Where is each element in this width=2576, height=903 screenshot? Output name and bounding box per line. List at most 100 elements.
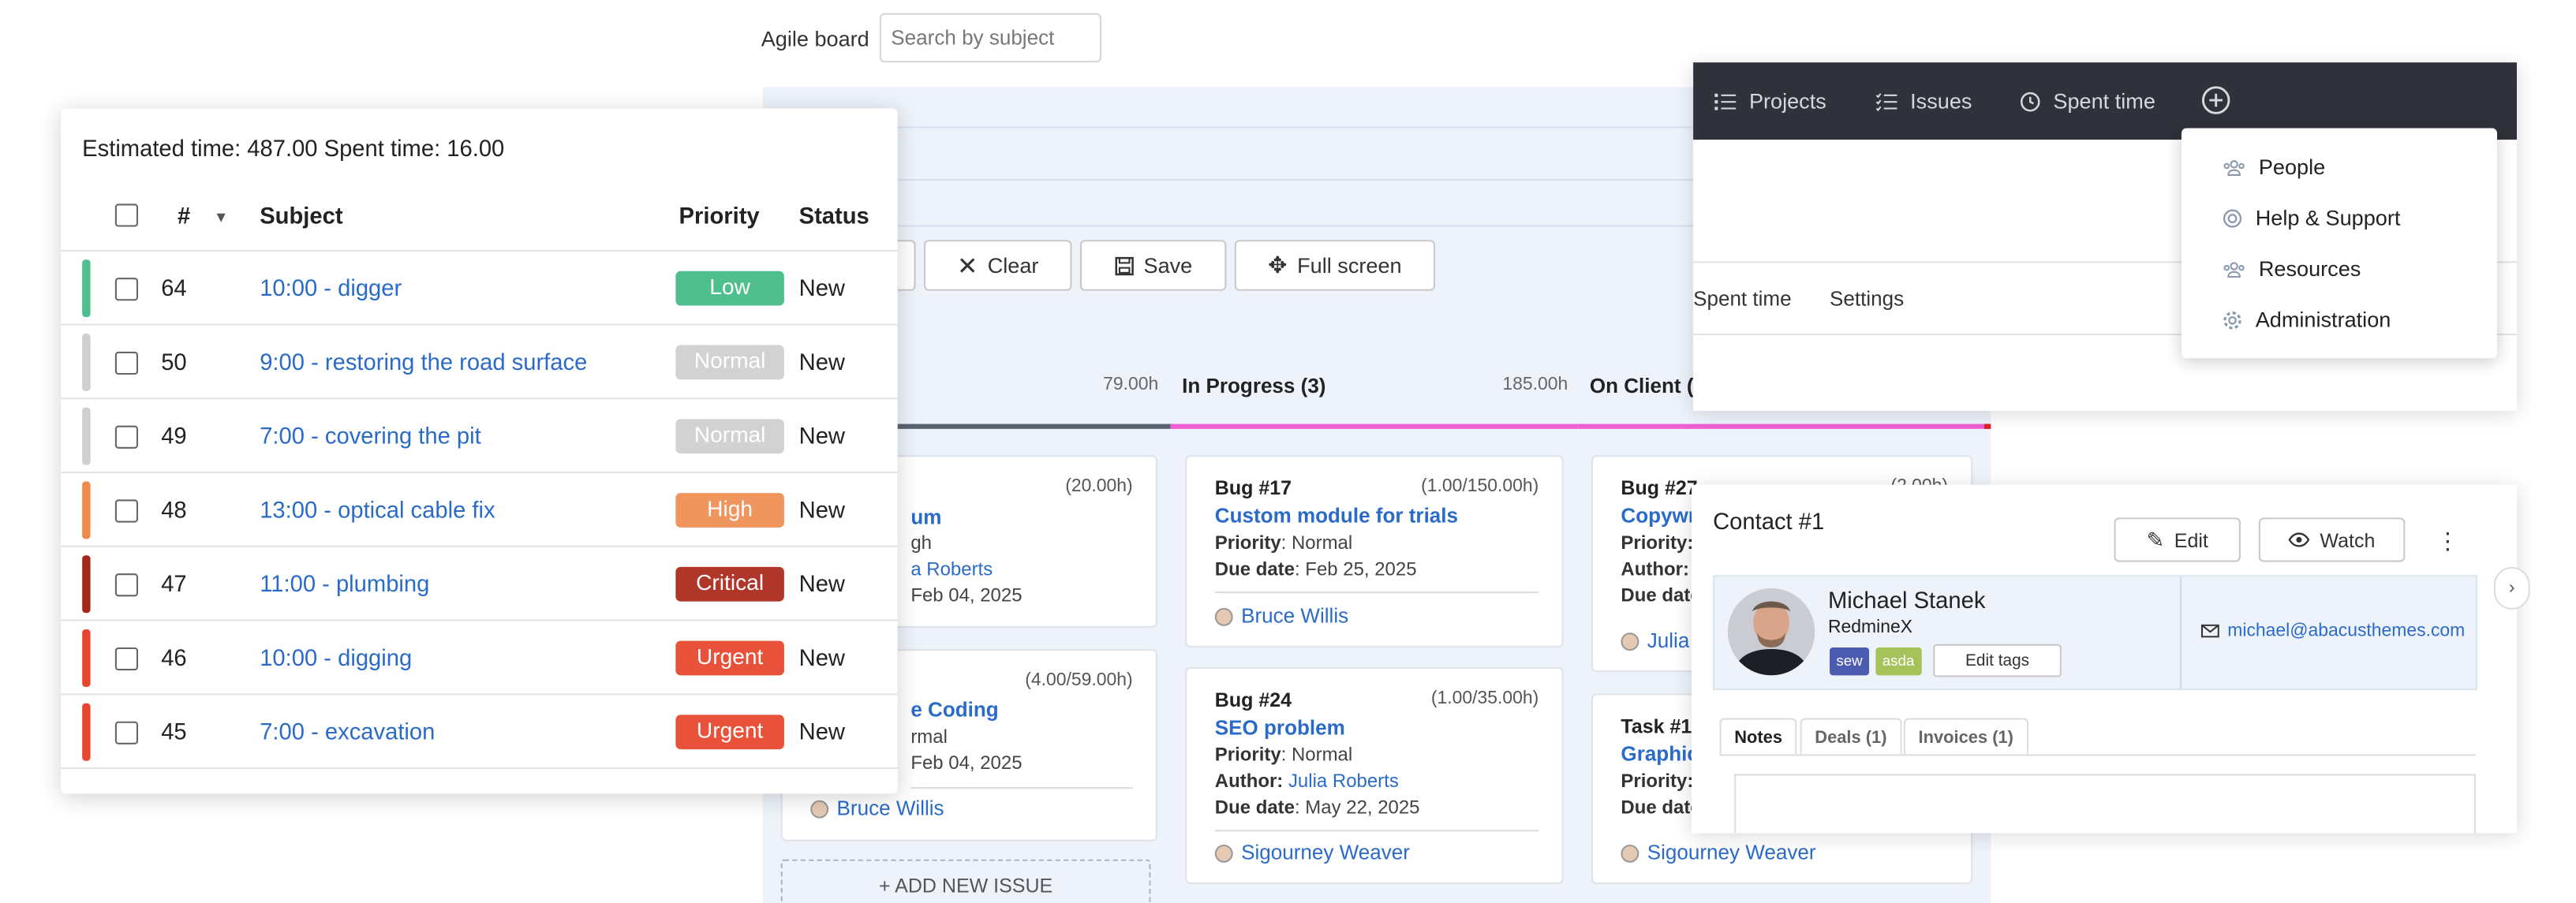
- clear-button[interactable]: ✕ Clear: [923, 240, 1072, 291]
- card-hours: (20.00h): [1065, 476, 1133, 497]
- chevron-right-icon[interactable]: ›: [2493, 566, 2530, 610]
- card-assignee[interactable]: Bruce Willis: [1214, 605, 1348, 628]
- issue-number: 64: [161, 274, 187, 301]
- assignee-name[interactable]: Bruce Willis: [837, 797, 944, 820]
- tab-invoices[interactable]: Invoices (1): [1903, 718, 2028, 755]
- assignee-name[interactable]: Bruce Willis: [1241, 605, 1348, 628]
- card-title[interactable]: um: [910, 506, 941, 529]
- menu-item-administration[interactable]: Administration: [2223, 308, 2391, 332]
- column-header-in-progress[interactable]: In Progress (3): [1182, 375, 1325, 397]
- assignee-name[interactable]: Sigourney Weaver: [1241, 841, 1410, 864]
- issue-subject-link[interactable]: 13:00 - optical cable fix: [260, 496, 495, 522]
- card-title[interactable]: SEO problem: [1215, 716, 1345, 739]
- menu-item-label: Resources: [2258, 256, 2361, 282]
- card-assignee[interactable]: Sigourney Weaver: [1214, 841, 1410, 864]
- add-issue-button[interactable]: + ADD NEW ISSUE: [780, 859, 1151, 903]
- select-all-checkbox[interactable]: [114, 203, 139, 227]
- table-row[interactable]: 48 13:00 - optical cable fix High New: [61, 471, 898, 546]
- contact-company: RedmineX: [1827, 618, 1912, 638]
- pencil-icon: ✎: [2146, 526, 2165, 552]
- avatar: [1214, 606, 1233, 625]
- table-row[interactable]: 49 7:00 - covering the pit Normal New: [61, 397, 898, 472]
- search-input[interactable]: Search by subject: [879, 13, 1102, 63]
- people-icon: [2223, 261, 2245, 278]
- table-row[interactable]: 50 9:00 - restoring the road surface Norma…: [61, 323, 898, 397]
- tag-badge[interactable]: sew: [1830, 647, 1870, 676]
- assignee-name[interactable]: Sigourney Weaver: [1647, 841, 1816, 864]
- header-number[interactable]: #: [178, 202, 190, 228]
- card-assignee[interactable]: Sigourney Weaver: [1621, 841, 1816, 864]
- email-link[interactable]: michael@abacusthemes.com: [2227, 621, 2465, 641]
- issue-subject-link[interactable]: 9:00 - restoring the road surface: [260, 349, 587, 375]
- author-link[interactable]: Julia Roberts: [1288, 772, 1399, 792]
- card-hours: (1.00/150.00h): [1421, 476, 1539, 497]
- table-row[interactable]: 45 7:00 - excavation Urgent New: [61, 693, 898, 767]
- issue-subject-link[interactable]: 10:00 - digging: [260, 644, 412, 670]
- card-id: Bug #24: [1214, 688, 1292, 712]
- checklist-icon: [1875, 92, 1897, 111]
- header-status[interactable]: Status: [799, 202, 869, 228]
- contact-email[interactable]: michael@abacusthemes.com: [2200, 621, 2465, 641]
- card-title[interactable]: e Coding: [910, 699, 998, 722]
- subnav-spent-time[interactable]: Spent time: [1693, 288, 1792, 311]
- nav-projects[interactable]: Projects: [1714, 89, 1826, 114]
- card-title[interactable]: Graphic: [1621, 743, 1698, 766]
- header-subject[interactable]: Subject: [260, 202, 342, 228]
- header-priority[interactable]: Priority: [679, 202, 760, 228]
- row-checkbox[interactable]: [114, 351, 139, 375]
- card-due: Due date: [1621, 798, 1701, 819]
- table-row[interactable]: 47 11:00 - plumbing Critical New: [61, 545, 898, 620]
- save-button[interactable]: Save: [1079, 240, 1227, 291]
- row-checkbox[interactable]: [114, 278, 139, 301]
- add-menu-dropdown: People Help & Support Resources Administ…: [2181, 128, 2497, 359]
- row-checkbox[interactable]: [114, 721, 139, 744]
- card-title[interactable]: Copywr: [1621, 505, 1696, 528]
- card-due: Feb 04, 2025: [910, 586, 1023, 606]
- column-header-on-client[interactable]: On Client (2: [1590, 375, 1705, 397]
- issue-card[interactable]: Bug #24 (1.00/35.00h) SEO problem Priori…: [1185, 666, 1564, 884]
- menu-item-resources[interactable]: Resources: [2223, 256, 2361, 281]
- card-priority: Priority: Normal: [1214, 534, 1353, 554]
- issue-subject-link[interactable]: 7:00 - covering the pit: [260, 422, 481, 448]
- fullscreen-button[interactable]: ✥ Full screen: [1234, 240, 1435, 291]
- assignee-name[interactable]: Julia: [1647, 629, 1690, 652]
- row-checkbox[interactable]: [114, 425, 139, 449]
- watch-button[interactable]: Watch: [2258, 517, 2406, 562]
- menu-item-people[interactable]: People: [2223, 155, 2325, 179]
- plus-circle-icon[interactable]: [2201, 85, 2231, 115]
- issue-subject-link[interactable]: 10:00 - digger: [260, 274, 402, 300]
- issue-card[interactable]: Bug #17 (1.00/150.00h) Custom module for…: [1185, 455, 1564, 647]
- nav-spent-time[interactable]: Spent time: [2020, 89, 2155, 114]
- watch-label: Watch: [2320, 528, 2376, 552]
- issue-subject-link[interactable]: 7:00 - excavation: [260, 718, 435, 744]
- table-row[interactable]: 46 10:00 - digging Urgent New: [61, 619, 898, 694]
- row-checkbox[interactable]: [114, 499, 139, 523]
- time-summary: Estimated time: 487.00 Spent time: 16.00: [82, 134, 505, 162]
- nav-projects-label: Projects: [1748, 88, 1826, 114]
- card-hours: (4.00/59.00h): [1025, 670, 1133, 691]
- edit-tags-button[interactable]: Edit tags: [1933, 644, 2062, 677]
- menu-item-help-support[interactable]: Help & Support: [2223, 205, 2400, 230]
- card-title[interactable]: Custom module for trials: [1215, 505, 1458, 528]
- subnav-settings[interactable]: Settings: [1830, 288, 1904, 311]
- row-checkbox[interactable]: [114, 647, 139, 671]
- sort-desc-icon[interactable]: ▼: [214, 209, 229, 226]
- more-options-icon[interactable]: ⋮: [2436, 528, 2459, 555]
- tab-deals[interactable]: Deals (1): [1800, 718, 1902, 755]
- column-color-bar: [897, 424, 1171, 429]
- priority-badge: Critical: [675, 566, 784, 602]
- card-assignee[interactable]: Bruce Willis: [810, 797, 944, 820]
- edit-button[interactable]: ✎ Edit: [2114, 517, 2241, 562]
- notes-textarea[interactable]: [1734, 774, 2476, 834]
- table-row[interactable]: 64 10:00 - digger Low New: [61, 249, 898, 324]
- card-assignee[interactable]: Julia: [1621, 629, 1689, 652]
- tab-notes[interactable]: Notes: [1719, 718, 1797, 755]
- issue-status: New: [798, 422, 846, 449]
- card-hours: (1.00/35.00h): [1430, 688, 1539, 709]
- tag-badge[interactable]: asda: [1875, 647, 1921, 676]
- card-author[interactable]: a Roberts: [910, 561, 993, 580]
- nav-issues[interactable]: Issues: [1875, 89, 1972, 114]
- issue-subject-link[interactable]: 11:00 - plumbing: [260, 570, 429, 596]
- priority-badge: Normal: [675, 419, 784, 454]
- row-checkbox[interactable]: [114, 573, 139, 597]
